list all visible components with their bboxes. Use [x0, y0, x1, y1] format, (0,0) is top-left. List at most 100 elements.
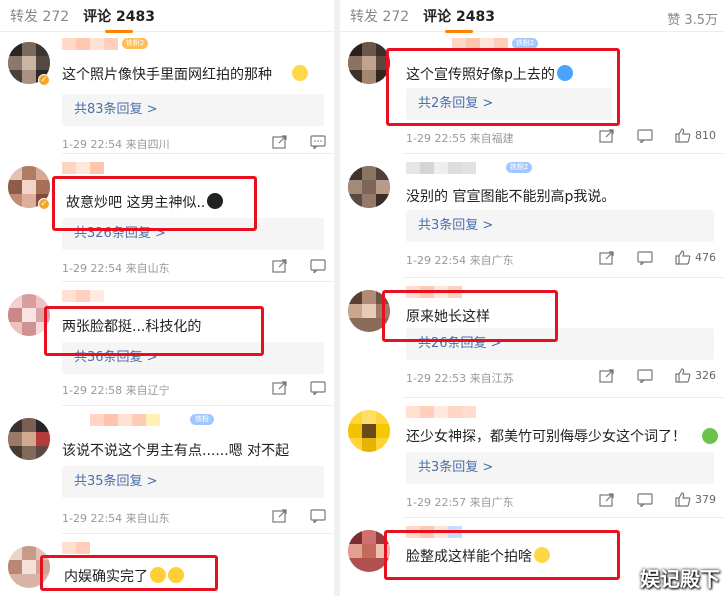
reply-count-link[interactable]: 共326条回复 > [62, 218, 324, 250]
comment-item: 原来她长这样 共26条回复 > 1-29 22:53 来自江苏 326 [340, 282, 724, 398]
left-tab-bar: 转发 272 评论 2483 [0, 0, 334, 33]
username-blurred[interactable] [62, 38, 118, 50]
divider [402, 277, 724, 278]
reply-count-link[interactable]: 共35条回复 > [62, 466, 324, 498]
comment-item: 铁粉 该说不说这个男主有点......嗯 对不起 共35条回复 > 1-29 2… [0, 410, 334, 534]
comment-actions: 326 [577, 368, 716, 383]
comment-icon[interactable] [637, 492, 653, 507]
share-icon[interactable] [599, 492, 615, 507]
comment-text: 该说不说这个男主有点......嗯 对不起 [62, 443, 290, 459]
share-icon[interactable] [599, 250, 615, 265]
avatar[interactable] [8, 294, 50, 336]
tab-reposts[interactable]: 转发 272 [350, 6, 409, 26]
right-tab-bar: 转发 272 评论 2483 赞 3.5万 [340, 0, 724, 33]
avatar[interactable] [348, 530, 390, 572]
comment-text: 两张脸都挺...科技化的 [62, 319, 202, 335]
comment-text: 内娱确实完了 [64, 566, 184, 586]
reply-count-link[interactable]: 共36条回复 > [62, 342, 324, 374]
comment-item: 内娱确实完了 [0, 538, 334, 596]
comment-icon[interactable] [310, 381, 326, 395]
emoji-icon [150, 567, 166, 583]
share-icon[interactable] [599, 368, 615, 383]
comment-meta: 1-29 22:54 来自山东 [62, 512, 170, 525]
level-badge: 铁粉2 [122, 38, 148, 49]
verified-badge-icon: ✓ [38, 198, 50, 210]
like-button[interactable]: 476 [675, 250, 716, 265]
share-icon[interactable] [272, 259, 288, 273]
emoji-icon [702, 428, 718, 444]
divider [402, 517, 724, 518]
comment-item: 铁粉2 这个宣传照好像p上去的 共2条回复 > 1-29 22:55 来自福建 … [340, 34, 724, 154]
comment-icon[interactable] [637, 128, 653, 143]
comment-meta: 1-29 22:55 来自福建 [406, 132, 514, 145]
like-button[interactable]: 810 [675, 128, 716, 143]
emoji-icon [556, 65, 573, 81]
comment-actions [250, 135, 326, 149]
comment-icon[interactable] [310, 135, 326, 149]
avatar[interactable] [8, 418, 50, 460]
like-icon [675, 368, 691, 383]
comment-icon[interactable] [310, 259, 326, 273]
reply-count-link[interactable]: 共83条回复 > [62, 94, 324, 126]
username-blurred[interactable] [62, 162, 104, 174]
comment-item: ✓ 故意炒吧 这男主神似.. 共326条回复 > 1-29 22:54 来自山东 [0, 158, 334, 282]
comment-icon[interactable] [637, 368, 653, 383]
reply-count-link[interactable]: 共3条回复 > [406, 452, 714, 484]
comment-text: 脸整成这样能个拍啥 [406, 546, 550, 566]
divider [62, 405, 334, 406]
comment-meta: 1-29 22:54 来自广东 [406, 254, 514, 267]
level-badge: 铁粉2 [512, 38, 538, 49]
reply-count-link[interactable]: 共3条回复 > [406, 210, 714, 242]
username-blurred[interactable] [406, 526, 462, 538]
divider [62, 281, 334, 282]
avatar[interactable] [348, 166, 390, 208]
comment-item: 还少女神探，都美竹可别侮辱少女这个词了！ 共3条回复 > 1-29 22:57 … [340, 402, 724, 518]
comment-meta: 1-29 22:58 来自辽宁 [62, 384, 170, 397]
comment-text: 原来她长这样 [406, 309, 490, 325]
username-blurred[interactable] [406, 286, 462, 298]
divider [62, 153, 334, 154]
divider [62, 533, 334, 534]
emoji-icon [534, 547, 550, 563]
emoji-icon [207, 193, 224, 209]
verified-badge-icon: ✓ [38, 74, 50, 86]
comment-actions [250, 509, 326, 523]
comment-meta: 1-29 22:54 来自四川 [62, 138, 170, 151]
comment-text: 这个宣传照好像p上去的 [406, 64, 573, 84]
comment-meta: 1-29 22:53 来自江苏 [406, 372, 514, 385]
comment-icon[interactable] [637, 250, 653, 265]
like-icon [675, 492, 691, 507]
level-badge: 铁粉 [190, 414, 214, 425]
avatar[interactable] [348, 410, 390, 452]
comment-item: 铁粉2 没别的 官宣图能不能别高p我说。 共3条回复 > 1-29 22:54 … [340, 158, 724, 278]
like-button[interactable]: 326 [675, 368, 716, 383]
emoji-icon [292, 65, 308, 81]
share-icon[interactable] [599, 128, 615, 143]
share-icon[interactable] [272, 135, 288, 149]
reply-count-link[interactable]: 共2条回复 > [406, 88, 612, 120]
avatar[interactable] [8, 546, 50, 588]
share-icon[interactable] [272, 509, 288, 523]
avatar[interactable] [348, 290, 390, 332]
username-blurred[interactable] [406, 406, 476, 418]
username-blurred[interactable] [452, 38, 508, 50]
tab-comments[interactable]: 评论 2483 [423, 6, 495, 33]
comment-text: 故意炒吧 这男主神似.. [66, 192, 224, 212]
username-blurred[interactable] [62, 290, 104, 302]
username-blurred[interactable] [406, 162, 476, 174]
like-icon [675, 128, 691, 143]
username-blurred[interactable] [62, 542, 90, 554]
tab-reposts[interactable]: 转发 272 [10, 6, 69, 26]
left-comment-panel: 转发 272 评论 2483 ✓ 铁粉2 这个照片像快手里面网红拍的那种 共83… [0, 0, 334, 596]
comment-item: ✓ 铁粉2 这个照片像快手里面网红拍的那种 共83条回复 > 1-29 22:5… [0, 34, 334, 154]
comment-icon[interactable] [310, 509, 326, 523]
comment-actions: 476 [577, 250, 716, 265]
share-icon[interactable] [272, 381, 288, 395]
tab-comments[interactable]: 评论 2483 [83, 6, 155, 33]
like-button[interactable]: 379 [675, 492, 716, 507]
reply-count-link[interactable]: 共26条回复 > [406, 328, 714, 360]
tab-likes[interactable]: 赞 3.5万 [667, 9, 718, 28]
avatar[interactable] [348, 42, 390, 84]
username-blurred[interactable] [90, 414, 160, 426]
comment-actions [250, 259, 326, 273]
